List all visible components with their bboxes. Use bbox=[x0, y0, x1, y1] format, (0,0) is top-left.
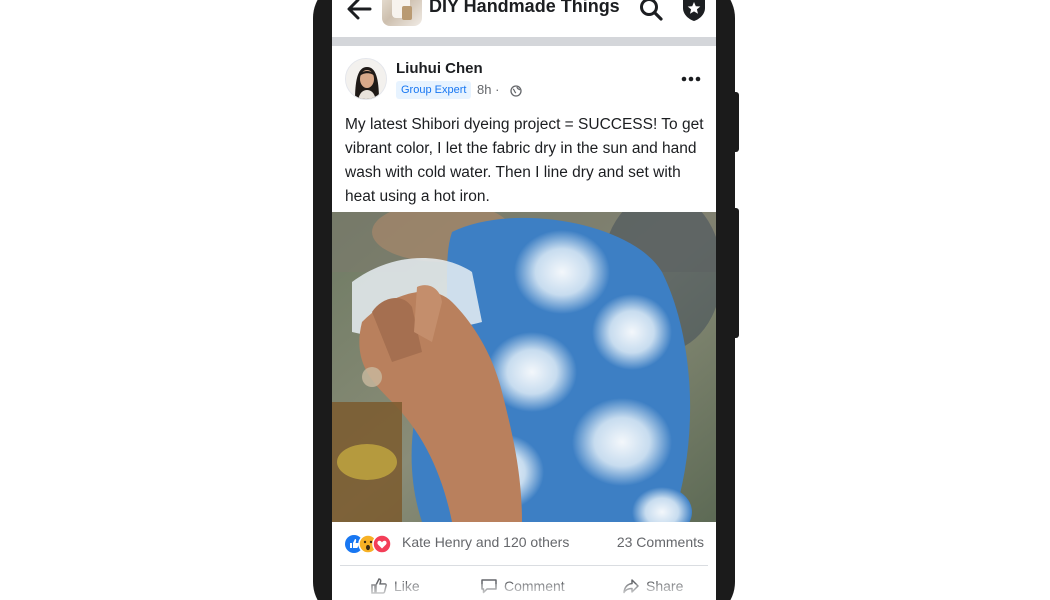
group-cover-thumbnail[interactable] bbox=[382, 0, 422, 26]
group-expert-badge: Group Expert bbox=[396, 81, 472, 99]
back-arrow-icon bbox=[347, 0, 372, 20]
reaction-icons[interactable] bbox=[344, 534, 392, 554]
post-time-value: 8h bbox=[477, 82, 492, 97]
more-dots-icon bbox=[681, 76, 701, 82]
action-divider bbox=[340, 565, 708, 566]
globe-icon bbox=[510, 84, 522, 97]
search-button[interactable] bbox=[638, 0, 664, 22]
love-icon bbox=[372, 534, 392, 554]
comment-count[interactable]: 23 Comments bbox=[617, 534, 704, 550]
phone-side-button bbox=[733, 92, 739, 152]
post-options-button[interactable] bbox=[680, 70, 702, 88]
group-header: DIY Handmade Things bbox=[332, 0, 716, 37]
back-button[interactable] bbox=[344, 0, 374, 22]
shield-star-icon bbox=[683, 0, 705, 21]
author-avatar[interactable] bbox=[345, 58, 387, 100]
admin-shield-button[interactable] bbox=[680, 0, 708, 22]
separator-dot: · bbox=[495, 82, 500, 97]
post-timestamp[interactable]: 8h · bbox=[477, 82, 499, 97]
group-title[interactable]: DIY Handmade Things bbox=[429, 0, 620, 17]
app-screen: DIY Handmade Things Liuhui Chen Group Ex… bbox=[332, 0, 716, 600]
phone-side-button bbox=[733, 208, 739, 338]
search-icon bbox=[640, 0, 663, 21]
reaction-summary[interactable]: Kate Henry and 120 others bbox=[402, 534, 569, 550]
bottom-fade bbox=[332, 584, 716, 600]
post-photo[interactable] bbox=[332, 212, 716, 522]
section-divider bbox=[332, 37, 716, 46]
author-name[interactable]: Liuhui Chen bbox=[396, 60, 483, 77]
post-text: My latest Shibori dyeing project = SUCCE… bbox=[345, 116, 704, 205]
